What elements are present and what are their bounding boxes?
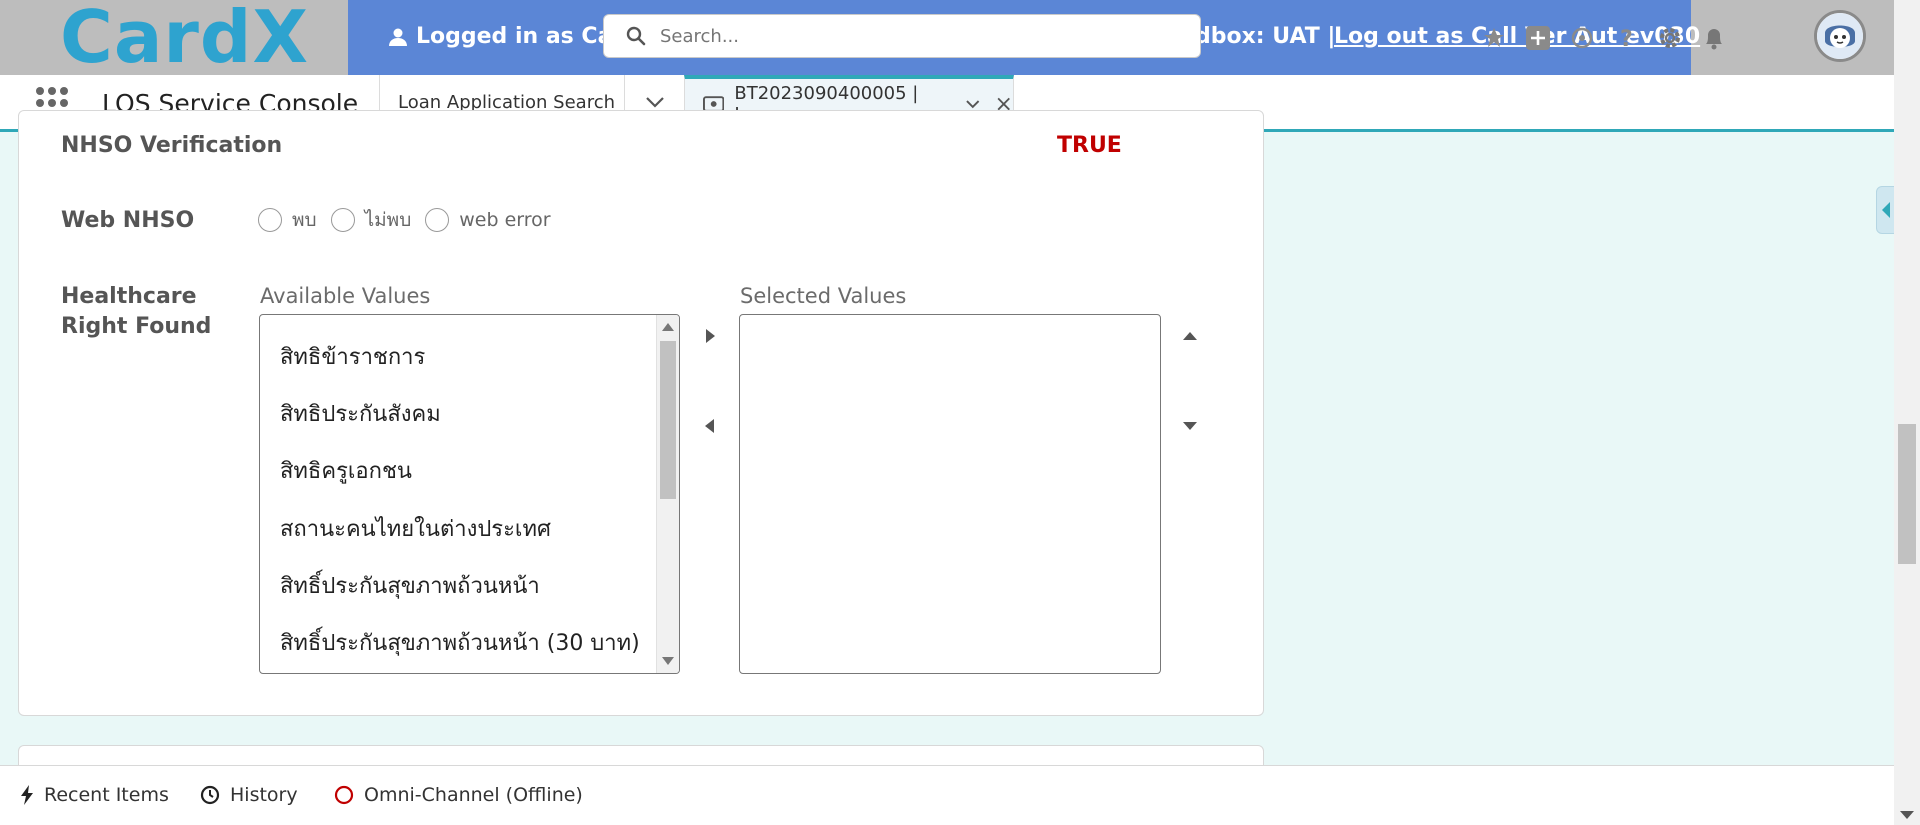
arrow-left-icon: [705, 419, 714, 433]
offline-status-icon: [334, 785, 354, 805]
available-values-listbox[interactable]: สิทธิข้าราชการ สิทธิประกันสังคม สิทธิครู…: [259, 314, 680, 674]
add-icon[interactable]: [1524, 24, 1552, 52]
available-option[interactable]: สถานะคนไทยในต่างประเทศ: [280, 511, 551, 546]
available-option[interactable]: สิทธิ์ประกันสุขภาพถ้วนหน้า (30 บาท): [280, 625, 640, 660]
move-down-button[interactable]: [1179, 415, 1201, 437]
side-panel-toggle[interactable]: [1876, 186, 1896, 234]
available-option[interactable]: สิทธิประกันสังคม: [280, 396, 441, 431]
utility-history[interactable]: History: [200, 784, 298, 806]
lightning-icon: [21, 785, 33, 805]
utility-label: Omni-Channel (Offline): [364, 784, 583, 806]
header-icons: ?: [1480, 16, 1728, 60]
utility-label: History: [230, 784, 298, 806]
gear-icon[interactable]: [1656, 24, 1684, 52]
available-option[interactable]: สิทธิข้าราชการ: [280, 339, 425, 374]
user-icon: [389, 28, 407, 46]
radio-web-error-label: web error: [459, 209, 551, 231]
arrow-up-icon: [1183, 332, 1197, 340]
web-nhso-radio-group: พบ ไม่พบ web error: [258, 205, 565, 235]
sandbox-text: dbox: UAT |: [1195, 24, 1336, 49]
global-search[interactable]: [603, 14, 1201, 58]
radio-found[interactable]: [258, 208, 282, 232]
scroll-thumb[interactable]: [660, 341, 676, 499]
help-icon[interactable]: ?: [1612, 24, 1640, 52]
nhso-verification-value: TRUE: [1057, 133, 1122, 158]
available-option[interactable]: สิทธิ์ประกันสุขภาพถ้วนหน้า: [280, 568, 540, 603]
chevron-down-icon: [645, 97, 664, 108]
search-input[interactable]: [658, 24, 1162, 48]
logged-in-text: Logged in as Call: [416, 24, 628, 49]
move-up-button[interactable]: [1179, 325, 1201, 347]
brand-logo[interactable]: CardX: [0, 0, 348, 79]
healthcare-right-label-line2: Right Found: [61, 314, 212, 339]
chevron-down-icon[interactable]: [965, 99, 981, 109]
move-to-available-button[interactable]: [699, 415, 721, 437]
radio-web-error[interactable]: [425, 208, 450, 232]
utility-omni-channel[interactable]: Omni-Channel (Offline): [334, 784, 583, 806]
radio-not-found-label: ไม่พบ: [364, 209, 412, 231]
radio-not-found[interactable]: [330, 208, 355, 232]
global-header: CardX Logged in as Call dbox: UAT | Log …: [0, 0, 1894, 79]
arrow-right-icon: [706, 329, 715, 343]
scroll-up-icon[interactable]: [662, 323, 674, 331]
logo-text: CardX: [60, 0, 309, 79]
utility-bar: Recent Items History Omni-Channel (Offli…: [0, 765, 1894, 825]
search-icon: [626, 26, 646, 46]
user-avatar[interactable]: [1814, 10, 1866, 62]
page-scroll-thumb[interactable]: [1898, 424, 1916, 564]
healthcare-right-label-line1: Healthcare: [61, 284, 197, 309]
page-scrollbar[interactable]: [1894, 0, 1920, 825]
available-values-heading: Available Values: [260, 284, 431, 308]
selected-values-heading: Selected Values: [740, 284, 907, 308]
guidance-icon[interactable]: [1568, 24, 1596, 52]
scroll-down-icon[interactable]: [662, 657, 674, 665]
avatar-image: [1817, 13, 1863, 59]
listbox-scrollbar[interactable]: [656, 315, 679, 673]
arrow-down-icon: [1183, 422, 1197, 430]
favorites-icon[interactable]: [1480, 24, 1508, 52]
utility-recent-items[interactable]: Recent Items: [20, 784, 169, 806]
utility-label: Recent Items: [44, 784, 169, 806]
web-nhso-label: Web NHSO: [61, 208, 195, 233]
nhso-verification-label: NHSO Verification: [61, 133, 283, 158]
move-to-selected-button[interactable]: [699, 325, 721, 347]
selected-values-listbox[interactable]: [739, 314, 1161, 674]
bell-icon[interactable]: [1700, 24, 1728, 52]
svg-text:?: ?: [1620, 27, 1633, 50]
page-scroll-down-icon[interactable]: [1900, 811, 1914, 819]
logged-in-text-wrap: Logged in as Call: [388, 24, 628, 49]
radio-found-label: พบ: [292, 209, 317, 231]
available-option[interactable]: สิทธิครูเอกชน: [280, 453, 412, 488]
clock-icon: [200, 785, 220, 805]
